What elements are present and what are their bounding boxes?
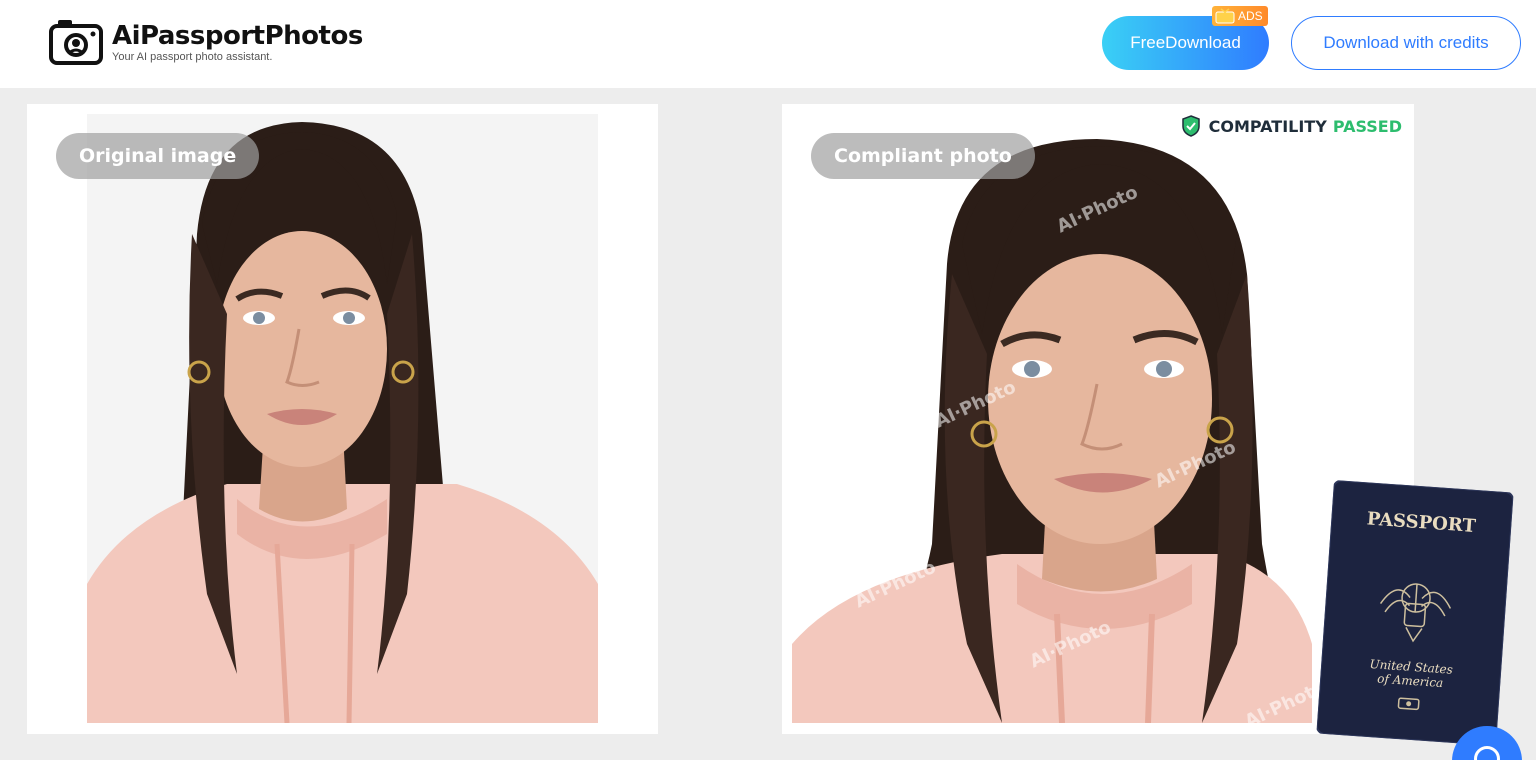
logo[interactable]: AiPassportPhotos Your AI passport photo …	[48, 18, 363, 66]
compliant-photo-chip: Compliant photo	[811, 133, 1035, 179]
shield-check-icon	[1181, 115, 1200, 137]
brand-name: AiPassportPhotos	[112, 21, 363, 51]
passport-illustration: PASSPORT United States of America	[1315, 479, 1515, 747]
camera-logo-icon	[49, 20, 103, 65]
ads-badge-label: ADS	[1238, 9, 1263, 23]
chat-icon	[1474, 746, 1500, 760]
download-with-credits-button[interactable]: Download with credits	[1291, 16, 1521, 70]
compliant-photo-card: AI·Photo AI·Photo AI·Photo AI·Photo AI·P…	[782, 104, 1414, 734]
tv-icon	[1215, 8, 1235, 24]
original-photo	[87, 114, 598, 723]
compliant-photo: AI·Photo AI·Photo AI·Photo AI·Photo AI·P…	[792, 124, 1312, 723]
original-image-card: Original image	[27, 104, 658, 734]
ads-badge: ADS	[1212, 6, 1268, 26]
compatibility-passed: PASSED	[1332, 116, 1402, 136]
brand-tagline: Your AI passport photo assistant.	[112, 51, 273, 63]
original-image-chip: Original image	[56, 133, 260, 179]
compatibility-status: COMPATILITY PASSED	[1181, 115, 1402, 137]
compatibility-label: COMPATILITY	[1208, 116, 1327, 136]
top-header: AiPassportPhotos Your AI passport photo …	[0, 0, 1536, 88]
